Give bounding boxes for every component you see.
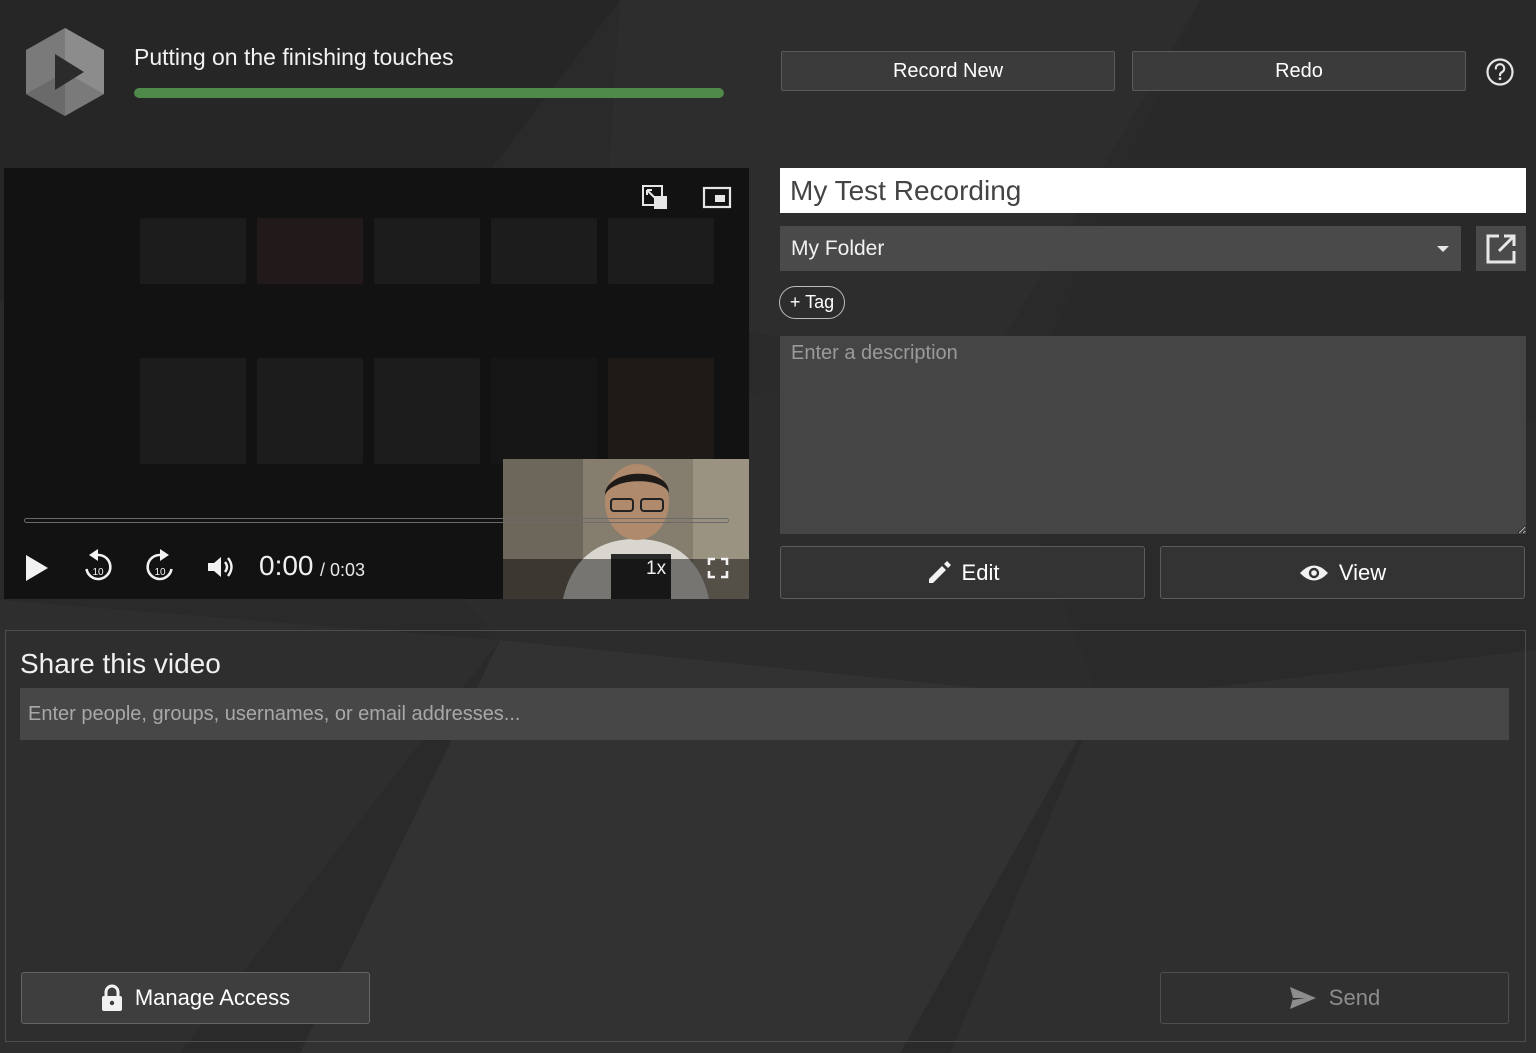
add-tag-button[interactable]: + Tag: [779, 286, 845, 319]
pencil-icon: [926, 560, 952, 586]
view-button[interactable]: View: [1160, 546, 1525, 599]
send-button-label: Send: [1328, 985, 1381, 1010]
send-button[interactable]: Send: [1160, 972, 1509, 1024]
svg-text:10: 10: [92, 567, 104, 578]
current-time: 0:00: [259, 550, 314, 581]
processing-progress-bar: [134, 88, 724, 98]
video-frame-thumbnail: [140, 218, 246, 284]
folder-select[interactable]: My Folder: [780, 226, 1461, 271]
play-icon[interactable]: [24, 553, 50, 583]
status-text: Putting on the finishing touches: [134, 44, 454, 70]
share-recipients-input[interactable]: [20, 688, 1509, 740]
record-new-button[interactable]: Record New: [781, 51, 1115, 91]
video-frame-thumbnail: [374, 358, 480, 464]
share-title: Share this video: [20, 648, 221, 679]
video-frame-thumbnail: [257, 358, 363, 464]
progress-fill: [134, 88, 724, 98]
seek-bar[interactable]: [24, 518, 729, 523]
eye-icon: [1299, 562, 1329, 584]
svg-text:10: 10: [154, 567, 166, 578]
edit-button[interactable]: Edit: [780, 546, 1145, 599]
manage-access-button[interactable]: Manage Access: [21, 972, 370, 1024]
picture-in-picture-icon[interactable]: [702, 184, 732, 212]
video-frame-thumbnail: [257, 218, 363, 284]
forward-10-icon[interactable]: 10: [143, 548, 177, 584]
video-frame-thumbnail: [374, 218, 480, 284]
edit-button-label: Edit: [961, 559, 1000, 585]
video-frame-thumbnail: [608, 358, 714, 464]
volume-icon[interactable]: [206, 554, 236, 580]
app-logo: [22, 26, 108, 118]
fullscreen-icon[interactable]: [706, 556, 730, 580]
send-icon: [1289, 986, 1317, 1010]
duration: / 0:03: [320, 560, 366, 580]
lock-icon: [101, 984, 123, 1012]
folder-select-value: My Folder: [791, 236, 885, 260]
open-folder-external-icon[interactable]: [1476, 226, 1526, 271]
picture-in-picture-swap-icon[interactable]: [640, 184, 670, 212]
video-frame-thumbnail: [491, 218, 597, 284]
playback-speed-button[interactable]: 1x: [646, 558, 666, 580]
video-frame-thumbnail: [608, 218, 714, 284]
redo-button[interactable]: Redo: [1132, 51, 1466, 91]
video-player[interactable]: 10 10 0:00 / 0:03 1x: [4, 168, 749, 599]
description-textarea[interactable]: [780, 336, 1526, 534]
rewind-10-icon[interactable]: 10: [81, 548, 115, 584]
view-button-label: View: [1338, 559, 1387, 585]
caret-down-icon: [1436, 245, 1450, 253]
help-circle-icon[interactable]: [1485, 57, 1515, 87]
manage-access-label: Manage Access: [134, 985, 291, 1010]
recording-title-input[interactable]: [780, 168, 1526, 213]
video-frame-thumbnail: [491, 358, 597, 464]
video-frame-thumbnail: [140, 358, 246, 464]
